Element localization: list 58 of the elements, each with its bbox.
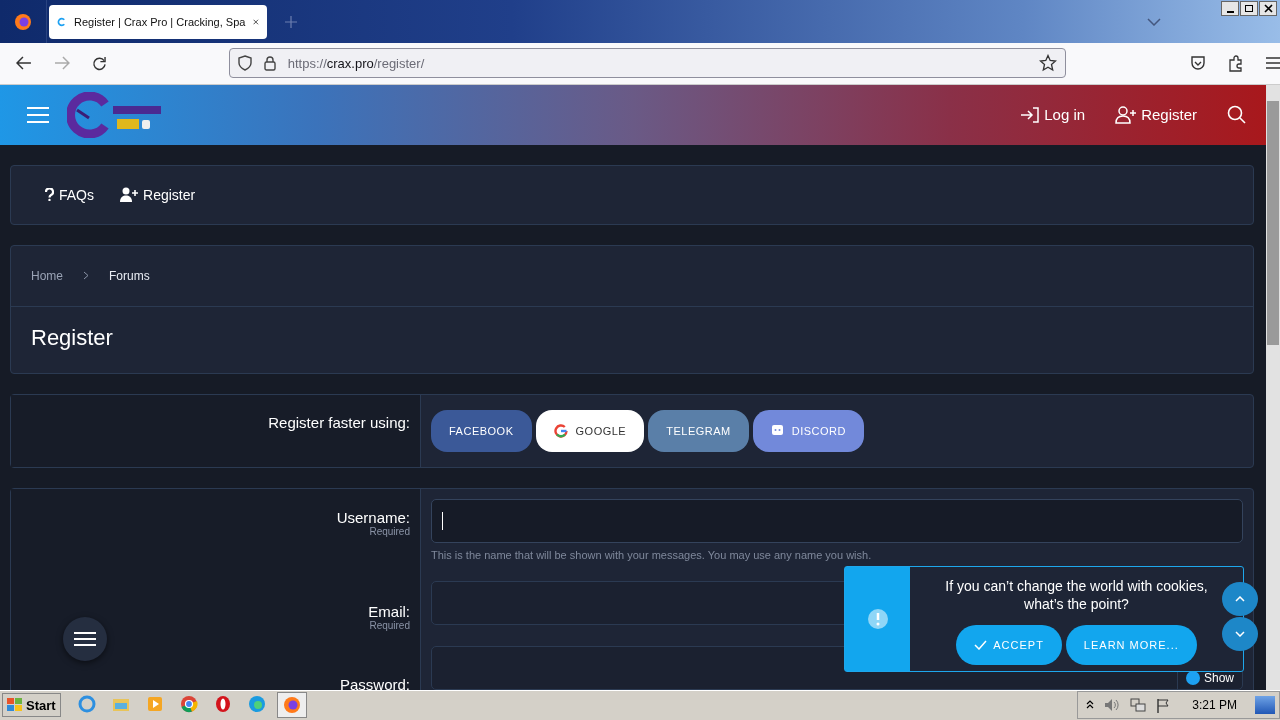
required-note: Required <box>369 619 410 631</box>
address-bar[interactable]: https://crax.pro/register/ <box>228 48 1066 79</box>
reload-icon[interactable] <box>91 55 107 71</box>
menu-icon <box>74 631 96 646</box>
social-login-button[interactable]: GOOGLE <box>535 409 645 452</box>
field-hint: This is the name that will be shown with your messages. You may use any name you wish. <box>431 548 873 561</box>
minimize-icon[interactable] <box>1221 1 1239 16</box>
register-link[interactable]: Register <box>120 186 196 203</box>
flag-icon[interactable] <box>1156 697 1171 713</box>
login-icon <box>1020 106 1041 123</box>
alert-icon <box>866 607 889 630</box>
chevron-up-icon <box>1235 595 1245 602</box>
back-icon[interactable] <box>16 56 32 71</box>
chevron-down-icon[interactable] <box>1147 17 1161 26</box>
scrollbar[interactable] <box>1266 84 1280 690</box>
browser-logo-icon[interactable] <box>14 12 32 31</box>
search-icon[interactable] <box>1227 105 1246 124</box>
chevron-down-icon <box>1235 630 1245 637</box>
field-label: Username: <box>336 508 410 526</box>
shield-icon[interactable] <box>237 55 252 72</box>
question-icon <box>45 188 54 201</box>
faq-link[interactable]: FAQs <box>45 186 94 203</box>
user-plus-icon <box>120 187 138 202</box>
input-field[interactable] <box>431 498 1243 543</box>
register-link[interactable]: Register <box>1115 105 1197 124</box>
pocket-icon[interactable] <box>1190 55 1206 71</box>
required-note: Required <box>369 525 410 537</box>
firefox-icon[interactable] <box>276 692 307 719</box>
start-button[interactable]: Start <box>2 693 61 718</box>
windows-logo-icon <box>7 698 23 713</box>
lock-icon[interactable] <box>263 55 276 71</box>
puzzle-icon[interactable] <box>1228 54 1244 72</box>
field-label: Email: <box>368 602 410 620</box>
breadcrumb-link[interactable]: Forums <box>109 268 150 283</box>
check-icon <box>974 639 988 650</box>
login-link[interactable]: Log in <box>1020 106 1086 123</box>
chevron-right-icon <box>83 271 89 280</box>
network-icon[interactable] <box>1130 697 1147 713</box>
breadcrumb-link[interactable]: Home <box>31 268 63 283</box>
speaker-icon[interactable] <box>1104 698 1121 713</box>
url-text: https://crax.pro/register/ <box>287 55 425 71</box>
tray-expand-icon[interactable] <box>1086 700 1095 711</box>
user-plus-icon <box>1115 105 1138 124</box>
clock: 3:21 PM <box>1192 698 1237 713</box>
discord-icon <box>770 424 784 437</box>
social-login-button[interactable]: FACEBOOK <box>431 409 532 452</box>
page-title: Register <box>30 323 114 352</box>
social-login-button[interactable]: TELEGRAM <box>648 409 749 452</box>
star-icon[interactable] <box>1039 54 1057 73</box>
show-desktop-icon[interactable] <box>1255 696 1275 715</box>
cookie-message: If you can’t change the world with cookies, what’s the point? <box>944 576 1209 613</box>
google-icon <box>553 423 568 438</box>
restore-icon[interactable] <box>1240 1 1258 16</box>
close-icon[interactable] <box>1259 1 1277 16</box>
social-label: Register faster using: <box>268 413 410 431</box>
field-label: Password: <box>339 675 410 690</box>
menu-icon[interactable] <box>1266 57 1280 70</box>
browser-tab[interactable]: Register | Crax Pro | Cracking, Spa <box>49 4 267 39</box>
